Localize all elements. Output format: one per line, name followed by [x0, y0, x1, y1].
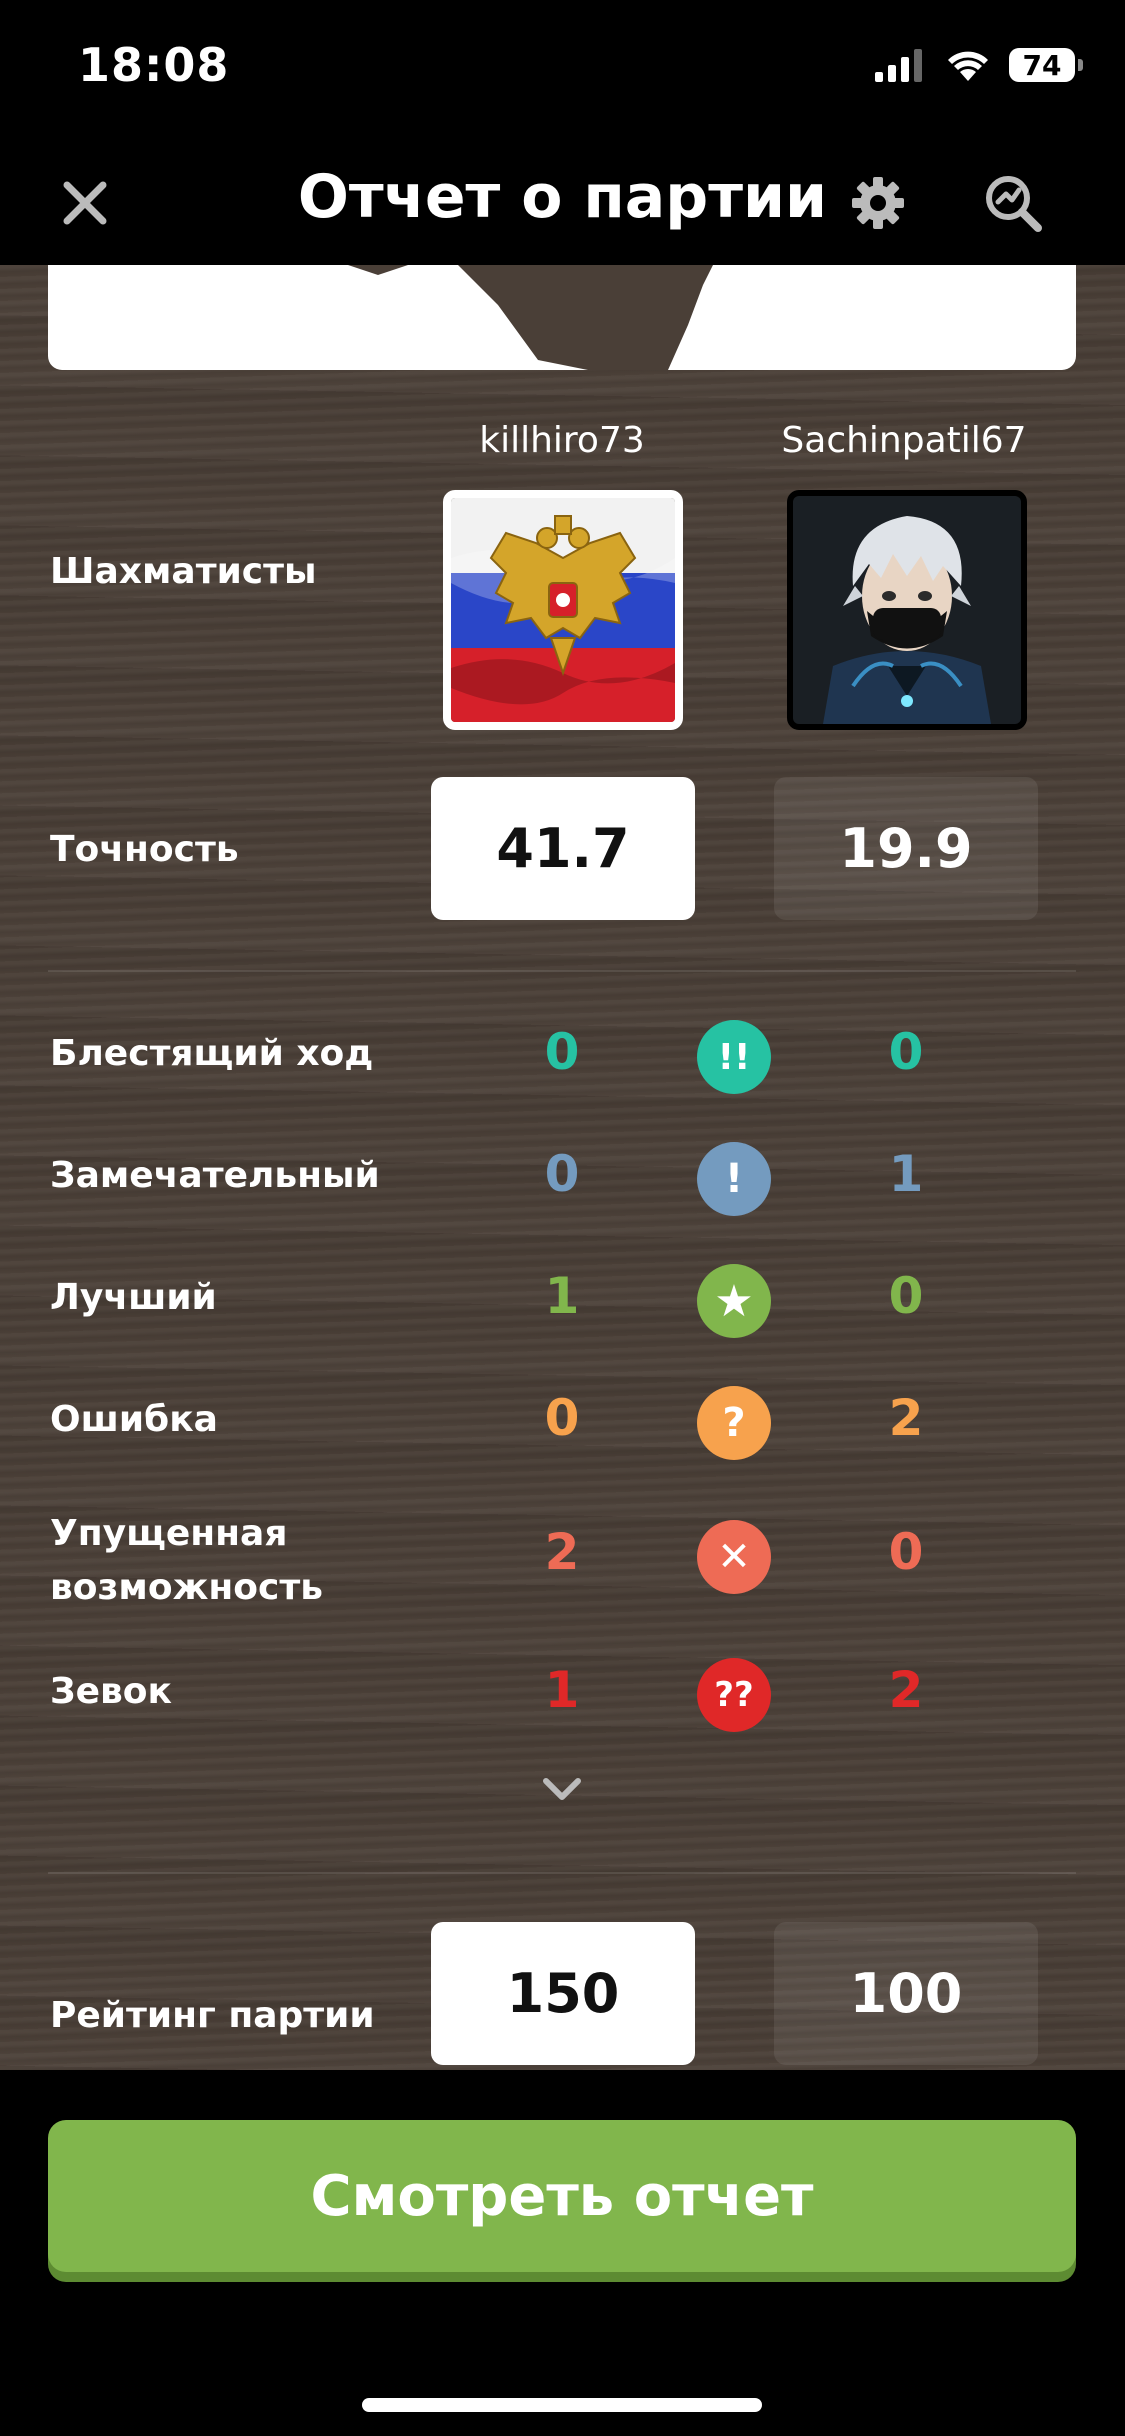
battery-indicator: 74: [1009, 48, 1083, 82]
miss-icon: ✕: [697, 1520, 771, 1594]
players-label: Шахматисты: [50, 551, 317, 592]
white-count: 1: [544, 1267, 580, 1325]
bottom-bar: Смотреть отчет: [0, 2070, 1125, 2436]
magnifier-analysis-icon: [986, 176, 1042, 232]
status-time: 18:08: [78, 38, 230, 92]
analysis-button[interactable]: [978, 168, 1048, 238]
white-player-name: killhiro73: [479, 420, 645, 461]
move-label: Упущенная возможность: [50, 1513, 323, 1608]
evaluation-graph-shape: [308, 265, 713, 370]
anime-character-avatar-icon: [793, 496, 1021, 724]
settings-button[interactable]: [843, 168, 913, 238]
move-label: Зевок: [50, 1671, 172, 1712]
black-count: 0: [888, 1523, 924, 1581]
white-count: 0: [544, 1389, 580, 1447]
black-count: 0: [888, 1267, 924, 1325]
white-count: 1: [544, 1661, 580, 1719]
section-divider: [48, 970, 1076, 972]
view-report-button[interactable]: Смотреть отчет: [48, 2120, 1076, 2272]
great-icon: !: [697, 1142, 771, 1216]
black-count: 1: [888, 1145, 924, 1203]
blunder-icon: ??: [697, 1658, 771, 1732]
best-star-icon: ★: [697, 1264, 771, 1338]
home-indicator[interactable]: [362, 2398, 762, 2412]
russian-flag-emblem-icon: [451, 498, 675, 722]
evaluation-graph: [48, 265, 1076, 370]
brilliant-icon: !!: [697, 1020, 771, 1094]
gear-icon: [852, 177, 904, 229]
white-accuracy: 41.7: [431, 777, 695, 920]
black-count: 2: [888, 1661, 924, 1719]
black-game-rating: 100: [774, 1922, 1038, 2065]
white-game-rating: 150: [431, 1922, 695, 2065]
status-bar: 18:08 74: [0, 0, 1125, 140]
white-count: 2: [544, 1523, 580, 1581]
accuracy-label: Точность: [50, 829, 239, 870]
wifi-icon: [948, 51, 988, 81]
page-title: Отчет о партии: [297, 162, 828, 232]
move-label: Блестящий ход: [50, 1033, 374, 1074]
white-count: 0: [544, 1023, 580, 1081]
chevron-down-icon[interactable]: [540, 1775, 584, 1805]
black-player-avatar[interactable]: [787, 490, 1027, 730]
app-header: Отчет о партии: [0, 140, 1125, 265]
black-player-name: Sachinpatil67: [781, 420, 1027, 461]
white-count: 0: [544, 1145, 580, 1203]
black-count: 0: [888, 1023, 924, 1081]
game-rating-label: Рейтинг партии: [50, 1995, 375, 2036]
black-count: 2: [888, 1389, 924, 1447]
status-icons: 74: [875, 48, 1083, 82]
signal-icon: [875, 49, 922, 82]
report-content[interactable]: killhiro73 Sachinpatil67 Шахматисты Точн…: [0, 265, 1125, 2070]
move-label: Ошибка: [50, 1399, 218, 1440]
section-divider: [48, 1872, 1076, 1874]
move-label: Лучший: [50, 1277, 217, 1318]
move-label: Замечательный: [50, 1155, 380, 1196]
black-accuracy: 19.9: [774, 777, 1038, 920]
white-player-avatar[interactable]: [443, 490, 683, 730]
mistake-icon: ?: [697, 1386, 771, 1460]
